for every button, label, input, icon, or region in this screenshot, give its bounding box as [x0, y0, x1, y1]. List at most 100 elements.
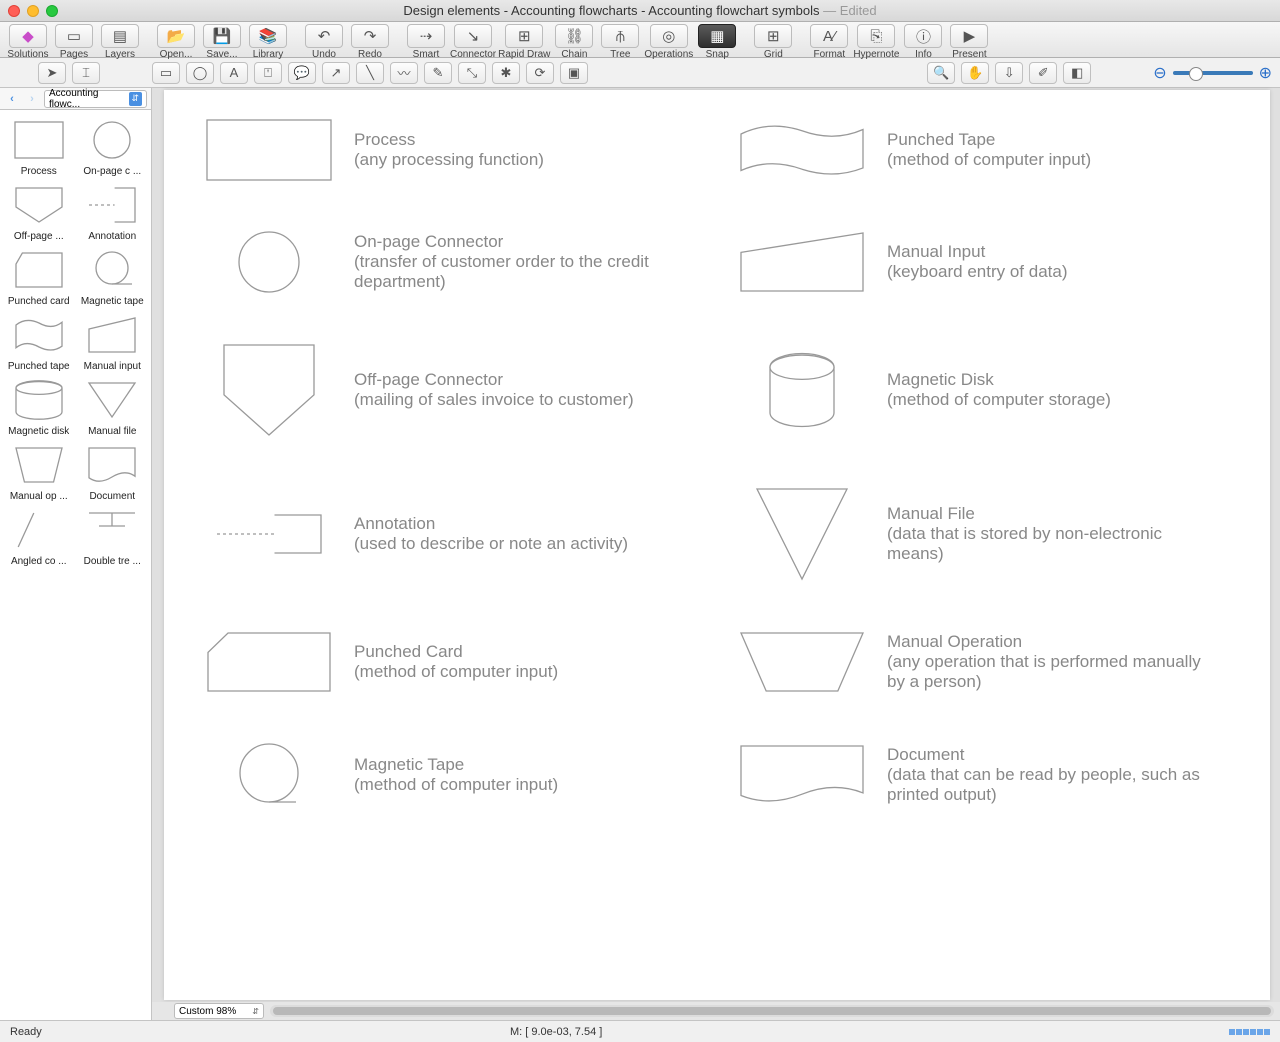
- stencil-label: Punched tape: [8, 361, 70, 372]
- symbol-offpage-icon[interactable]: [184, 342, 354, 438]
- symbol-description: Annotation(used to describe or note an a…: [354, 514, 717, 554]
- connector-button[interactable]: ↘: [454, 24, 492, 48]
- symbol-mop-icon[interactable]: [717, 630, 887, 694]
- open-button[interactable]: 📂: [157, 24, 195, 48]
- pan-tool-button[interactable]: ✋: [961, 62, 989, 84]
- eyedropper-tool-button[interactable]: ✐: [1029, 62, 1057, 84]
- maximize-icon[interactable]: [46, 5, 58, 17]
- symbol-doc-icon[interactable]: [717, 743, 887, 807]
- stencil-item-mfile[interactable]: Manual file: [78, 378, 148, 437]
- library-button[interactable]: 📚: [249, 24, 287, 48]
- smart-icon: ⇢: [420, 27, 433, 45]
- zoom-out-icon[interactable]: ⊖: [1153, 63, 1166, 83]
- stencil-item-doc[interactable]: Document: [78, 443, 148, 502]
- symbol-cell: Annotation(used to describe or note an a…: [184, 486, 717, 582]
- solutions-button[interactable]: ◆: [9, 24, 47, 48]
- smart-button[interactable]: ⇢: [407, 24, 445, 48]
- rectangle-tool-button[interactable]: ▭: [152, 62, 180, 84]
- symbol-circle-icon[interactable]: [184, 230, 354, 294]
- stencil-item-pcard[interactable]: Punched card: [4, 248, 74, 307]
- symbol-row: Process(any processing function)Punched …: [184, 118, 1250, 182]
- grid-button[interactable]: ⊞: [754, 24, 792, 48]
- text-select-tool-button[interactable]: ⌶: [72, 62, 100, 84]
- undo-icon: ↶: [318, 27, 331, 45]
- minimize-icon[interactable]: [27, 5, 39, 17]
- stencil-item-mtape[interactable]: Magnetic tape: [78, 248, 148, 307]
- close-icon[interactable]: [8, 5, 20, 17]
- stencil-item-minput[interactable]: Manual input: [78, 313, 148, 372]
- toolbar-format: A⁄Format: [807, 24, 851, 60]
- hypernote-button[interactable]: ⎘: [857, 24, 895, 48]
- snap-tool-button[interactable]: ⇩: [995, 62, 1023, 84]
- stencil-library-select[interactable]: Accounting flowc... ⇵: [44, 90, 147, 108]
- zoom-slider[interactable]: [1173, 71, 1253, 75]
- tree-button[interactable]: ⫚: [601, 24, 639, 48]
- line-tool-button[interactable]: ╲: [356, 62, 384, 84]
- symbol-title: Process: [354, 130, 677, 150]
- connector-tool-button[interactable]: ⤡: [458, 62, 486, 84]
- nav-back-icon[interactable]: ‹: [4, 93, 20, 105]
- symbol-pcard-icon[interactable]: [184, 630, 354, 694]
- search-icon[interactable]: 🔍: [927, 62, 955, 84]
- rapiddraw-button[interactable]: ⊞: [505, 24, 543, 48]
- stencil-label: Document: [89, 491, 135, 502]
- toolbar-grid: ⊞Grid: [751, 24, 795, 60]
- toolbar-label: Layers: [105, 49, 135, 60]
- format-button[interactable]: A⁄: [810, 24, 848, 48]
- stencil-item-aconn[interactable]: Angled co ...: [4, 508, 74, 567]
- symbol-minput-icon[interactable]: [717, 230, 887, 294]
- symbol-annot-icon[interactable]: [184, 512, 354, 556]
- redo-button[interactable]: ↷: [351, 24, 389, 48]
- minput-icon: [84, 313, 140, 357]
- info-button[interactable]: ⓘ: [904, 24, 942, 48]
- horizontal-scrollbar[interactable]: [270, 1005, 1274, 1017]
- toolbar-library: 📚Library: [246, 24, 290, 60]
- drawing-canvas[interactable]: Process(any processing function)Punched …: [164, 90, 1270, 1000]
- stencil-item-mop[interactable]: Manual op ...: [4, 443, 74, 502]
- ellipse-tool-button[interactable]: ◯: [186, 62, 214, 84]
- arrow-tool-button[interactable]: ↗: [322, 62, 350, 84]
- stencil-item-offpage[interactable]: Off-page ...: [4, 183, 74, 242]
- textbox-tool-button[interactable]: ⍞: [254, 62, 282, 84]
- toolbar-label: Info: [915, 49, 932, 60]
- toolbar-layers: ▤Layers: [98, 24, 142, 60]
- symbol-mfile-icon[interactable]: [717, 486, 887, 582]
- status-bar: Ready M: [ 9.0e-03, 7.54 ]: [0, 1020, 1280, 1042]
- eraser-tool-button[interactable]: ◧: [1063, 62, 1091, 84]
- stencil-item-mdisk[interactable]: Magnetic disk: [4, 378, 74, 437]
- callout-tool-button[interactable]: 💬: [288, 62, 316, 84]
- pen-tool-button[interactable]: ✎: [424, 62, 452, 84]
- pages-button[interactable]: ▭: [55, 24, 93, 48]
- pointer-tool-button[interactable]: ➤: [38, 62, 66, 84]
- symbol-subtitle: (method of computer input): [354, 662, 677, 682]
- zoom-level-select[interactable]: Custom 98% ⇵: [174, 1003, 264, 1019]
- symbol-mtape-icon[interactable]: [184, 742, 354, 808]
- stencil-grid: ProcessOn-page c ...Off-page ...Annotati…: [0, 110, 151, 575]
- edit-points-tool-button[interactable]: ✱: [492, 62, 520, 84]
- stencil-item-circle[interactable]: On-page c ...: [78, 118, 148, 177]
- stencil-item-annot[interactable]: Annotation: [78, 183, 148, 242]
- rotate-tool-button[interactable]: ⟳: [526, 62, 554, 84]
- symbol-mdisk-icon[interactable]: [717, 352, 887, 428]
- save-button[interactable]: 💾: [203, 24, 241, 48]
- text-tool-button[interactable]: A: [220, 62, 248, 84]
- nav-forward-icon[interactable]: ›: [24, 93, 40, 105]
- layers-button[interactable]: ▤: [101, 24, 139, 48]
- symbol-description: Magnetic Disk(method of computer storage…: [887, 370, 1250, 410]
- symbol-ptape-icon[interactable]: [717, 118, 887, 182]
- present-button[interactable]: ▶: [950, 24, 988, 48]
- toolbar-label: Smart: [413, 49, 440, 60]
- undo-button[interactable]: ↶: [305, 24, 343, 48]
- symbol-rect-icon[interactable]: [184, 118, 354, 182]
- curve-tool-button[interactable]: 〰: [390, 62, 418, 84]
- chain-button[interactable]: ⛓: [555, 24, 593, 48]
- stencil-item-dtree[interactable]: Double tre ...: [78, 508, 148, 567]
- ptape-icon: [11, 313, 67, 357]
- stencil-item-ptape[interactable]: Punched tape: [4, 313, 74, 372]
- operations-button[interactable]: ◎: [650, 24, 688, 48]
- zoom-in-icon[interactable]: ⊕: [1259, 63, 1272, 83]
- info-icon: ⓘ: [916, 26, 931, 47]
- snap-button[interactable]: ▦: [698, 24, 736, 48]
- crop-tool-button[interactable]: ▣: [560, 62, 588, 84]
- stencil-item-rect[interactable]: Process: [4, 118, 74, 177]
